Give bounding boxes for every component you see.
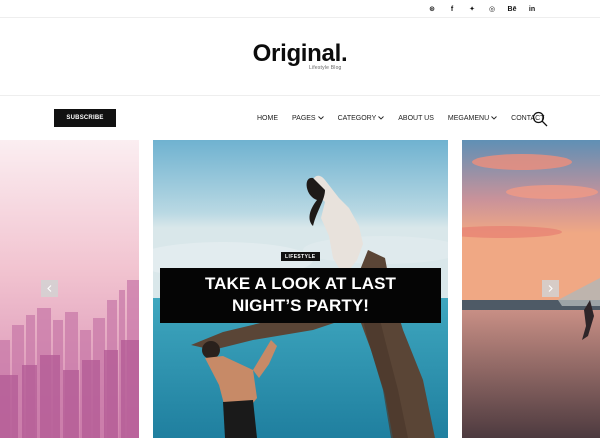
slide-image-city[interactable]	[0, 140, 139, 438]
main-navigation: SUBSCRIBE HOME PAGES CATEGORY ABOUT US M…	[0, 96, 600, 140]
nav-item-label: ABOUT US	[398, 114, 434, 122]
featured-title-line: NIGHT’S PARTY!	[231, 296, 370, 315]
search-icon[interactable]	[532, 111, 548, 127]
nav-item-pages[interactable]: PAGES	[292, 115, 324, 122]
nav-item-category[interactable]: CATEGORY	[338, 115, 385, 122]
slide-image-sunset[interactable]	[462, 140, 600, 438]
nav-item-megamenu[interactable]: MEGAMENU	[448, 115, 497, 122]
nav-item-label: PAGES	[292, 114, 316, 122]
nav-item-about-us[interactable]: ABOUT US	[398, 115, 434, 122]
nav-menu: HOME PAGES CATEGORY ABOUT US MEGAMENU CO…	[257, 96, 558, 140]
chevron-right-icon	[548, 285, 553, 292]
twitter-icon[interactable]: ✦	[462, 5, 482, 14]
nav-item-label: MEGAMENU	[447, 114, 490, 122]
facebook-icon[interactable]: f	[442, 5, 462, 14]
featured-title-line: TAKE A LOOK AT LAST	[204, 274, 397, 293]
slider-prev-button[interactable]	[41, 280, 58, 297]
social-bar: ⊛ f ✦ ◎ Bē in	[0, 0, 600, 18]
category-badge[interactable]: LIFESTYLE	[281, 252, 320, 261]
pinterest-icon[interactable]: ⊛	[422, 5, 442, 14]
site-header: Original. Lifestyle Blog	[0, 18, 600, 96]
behance-icon[interactable]: Bē	[502, 5, 522, 14]
chevron-left-icon	[47, 285, 52, 292]
subscribe-button[interactable]: SUBSCRIBE	[54, 109, 116, 127]
chevron-down-icon	[491, 116, 497, 120]
nav-item-label: CATEGORY	[337, 114, 377, 122]
nav-item-home[interactable]: HOME	[257, 115, 278, 122]
featured-post-title[interactable]: TAKE A LOOK AT LAST NIGHT’S PARTY!	[160, 268, 441, 323]
chevron-down-icon	[317, 116, 324, 120]
featured-slider: LIFESTYLE TAKE A LOOK AT LAST NIGHT’S PA…	[0, 140, 600, 440]
nav-item-label: HOME	[257, 114, 278, 122]
dribbble-icon[interactable]: ◎	[482, 5, 502, 14]
site-logo[interactable]: Original.	[0, 40, 600, 68]
chevron-down-icon	[378, 116, 385, 120]
linkedin-icon[interactable]: in	[522, 5, 542, 14]
site-tagline: Lifestyle Blog	[309, 65, 342, 71]
social-links: ⊛ f ✦ ◎ Bē in	[422, 0, 542, 18]
slider-next-button[interactable]	[542, 280, 559, 297]
